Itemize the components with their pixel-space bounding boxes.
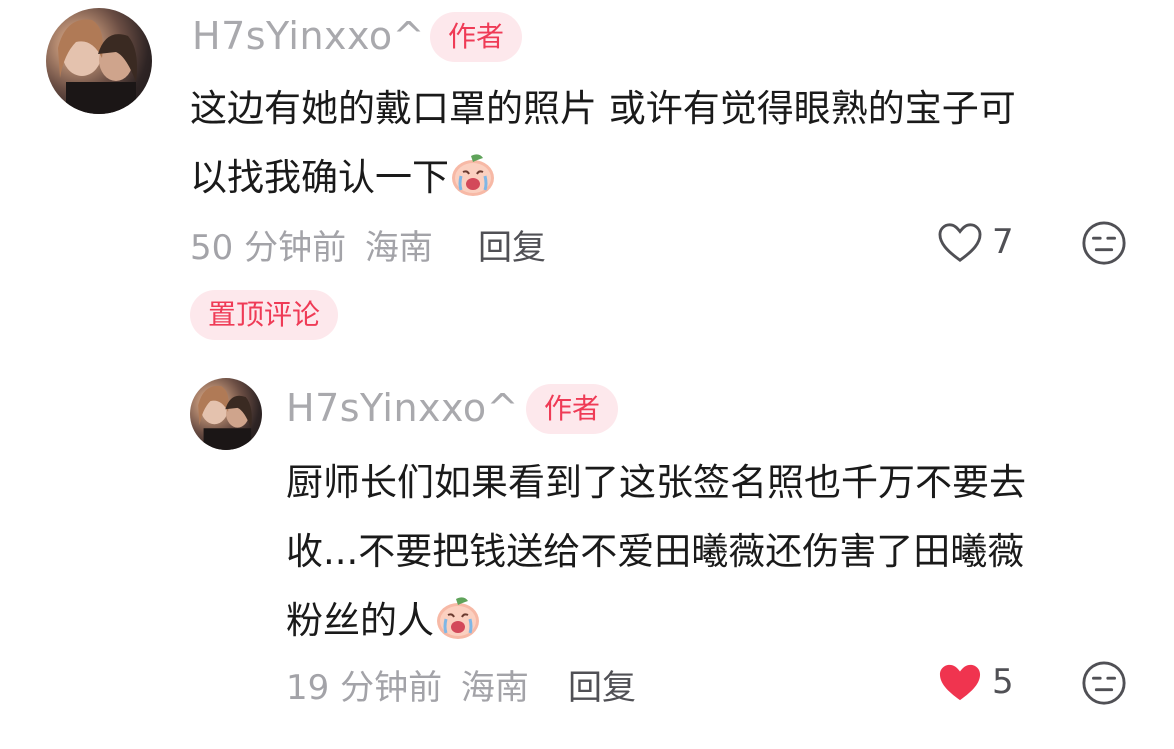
comment-line-text: 粉丝的人: [286, 599, 434, 642]
avatar[interactable]: [46, 8, 152, 114]
avatar-photo: [58, 19, 137, 114]
reply-button[interactable]: 回复: [478, 220, 546, 269]
comment-meta: 50 分钟前 海南: [190, 220, 433, 269]
comment-text[interactable]: 这边有她的戴口罩的照片 或许有觉得眼熟的宝子可 以找我确认一下: [190, 74, 1016, 212]
heart-filled-icon[interactable]: [936, 662, 984, 704]
comment-line-text: 以找我确认一下: [190, 156, 449, 199]
author-badge: 作者: [430, 12, 523, 62]
avatar-photo: [198, 385, 252, 450]
location: 海南: [364, 228, 433, 268]
like-count: 5: [992, 662, 1014, 702]
username[interactable]: H7sYinxxo^: [192, 14, 425, 58]
heart-outline-icon[interactable]: [936, 222, 984, 264]
comment-line: 收...不要把钱送给不爱田曦薇还伤害了田曦薇: [286, 530, 1025, 573]
dislike-face-icon[interactable]: [1081, 220, 1127, 266]
avatar[interactable]: [190, 378, 262, 450]
comment-line: 厨师长们如果看到了这张签名照也千万不要去: [286, 461, 1026, 504]
reply-button[interactable]: 回复: [568, 660, 636, 709]
comment-text[interactable]: 厨师长们如果看到了这张签名照也千万不要去 收...不要把钱送给不爱田曦薇还伤害了…: [286, 448, 1026, 655]
dislike-face-icon[interactable]: [1081, 660, 1127, 706]
pinned-comment-tag: 置顶评论: [190, 290, 339, 340]
comment-line: 粉丝的人: [286, 586, 1026, 655]
comment-line: 这边有她的戴口罩的照片 或许有觉得眼熟的宝子可: [190, 87, 1016, 130]
comment-meta: 19 分钟前 海南: [286, 660, 529, 709]
username[interactable]: H7sYinxxo^: [286, 386, 519, 430]
like-count: 7: [992, 222, 1014, 262]
crying-peach-emoji: [437, 597, 479, 639]
comment-thread: H7sYinxxo^ 作者 这边有她的戴口罩的照片 或许有觉得眼熟的宝子可 以找…: [0, 0, 1174, 749]
crying-peach-emoji: [452, 154, 494, 196]
comment-line: 以找我确认一下: [190, 143, 1016, 212]
location: 海南: [460, 668, 529, 708]
author-badge: 作者: [526, 384, 619, 434]
timestamp: 50 分钟前: [190, 228, 347, 268]
timestamp: 19 分钟前: [286, 668, 443, 708]
